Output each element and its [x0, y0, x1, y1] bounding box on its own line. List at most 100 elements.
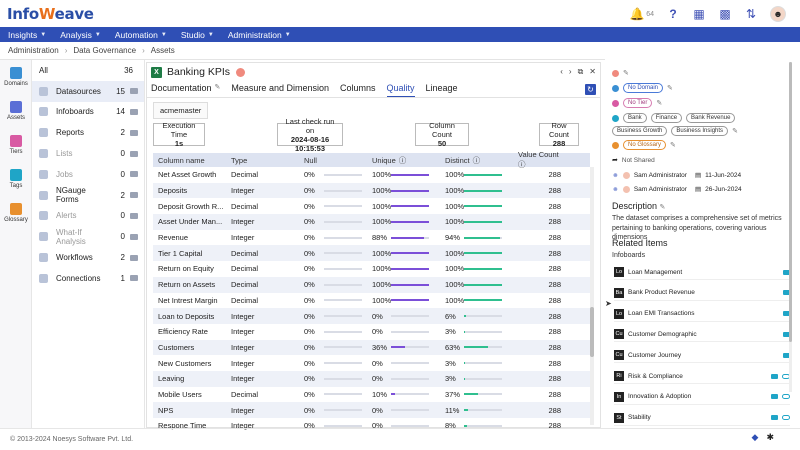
- tag-chip[interactable]: Bank: [623, 113, 647, 123]
- tab-lineage[interactable]: Lineage: [426, 83, 458, 98]
- folder-icon[interactable]: [130, 254, 138, 261]
- category-jobs[interactable]: Jobs 0: [32, 164, 144, 185]
- tag-chip[interactable]: Finance: [650, 113, 683, 123]
- folder-icon[interactable]: [130, 233, 138, 240]
- category-alerts[interactable]: Alerts 0: [32, 206, 144, 227]
- folder-icon[interactable]: [130, 192, 138, 199]
- rail-item-tiers[interactable]: Tiers: [0, 128, 32, 162]
- tag-chip[interactable]: Business Growth: [612, 126, 668, 136]
- panel-scrollbar[interactable]: [789, 62, 792, 392]
- table-row[interactable]: Loan to Deposits Integer 0% 0% 6% 288: [153, 308, 590, 324]
- table-row[interactable]: Mobile Users Decimal 0% 10% 37% 288: [153, 387, 590, 403]
- tag-icon[interactable]: [771, 373, 778, 379]
- tag-icon[interactable]: [771, 394, 778, 400]
- table-row[interactable]: New Customers Integer 0% 0% 3% 288: [153, 355, 590, 371]
- tools-icon[interactable]: ✱: [766, 432, 774, 443]
- header-unique[interactable]: Unique ⓘ: [372, 155, 445, 166]
- nav-item-insights[interactable]: Insights ▼: [8, 30, 46, 40]
- header-value-count[interactable]: Value Count ⓘ: [518, 150, 583, 170]
- pencil-icon[interactable]: ✎: [623, 69, 629, 77]
- rail-item-domains[interactable]: Domains: [0, 60, 32, 94]
- tag-chip[interactable]: Bank Revenue: [686, 113, 736, 123]
- pencil-icon[interactable]: ✎: [670, 141, 676, 149]
- header-distinct[interactable]: Distinct ⓘ: [445, 155, 518, 166]
- table-row[interactable]: NPS Integer 0% 0% 11% 288: [153, 402, 590, 418]
- table-row[interactable]: Return on Assets Decimal 0% 100% 100% 288: [153, 276, 590, 293]
- table-row[interactable]: Net Intrest Margin Decimal 0% 100% 100% 288: [153, 293, 590, 309]
- category-what-if-analysis[interactable]: What-If Analysis 0: [32, 226, 144, 247]
- tab-columns[interactable]: Columns: [340, 83, 376, 98]
- screen-icon[interactable]: ▩: [718, 7, 732, 21]
- header-null[interactable]: Null: [299, 156, 372, 165]
- table-row[interactable]: Revenue Integer 0% 88% 94% 288: [153, 230, 590, 246]
- link-icon[interactable]: [782, 394, 790, 400]
- rail-item-tags[interactable]: Tags: [0, 162, 32, 196]
- folder-icon[interactable]: [130, 108, 138, 115]
- table-row[interactable]: Customers Integer 0% 36% 63% 288: [153, 339, 590, 356]
- table-row[interactable]: Leaving Integer 0% 0% 3% 288: [153, 370, 590, 387]
- category-connections[interactable]: Connections 1: [32, 268, 144, 289]
- category-lists[interactable]: Lists 0: [32, 143, 144, 164]
- category-all[interactable]: All 36: [32, 60, 144, 81]
- related-item[interactable]: Ri Risk & Compliance: [614, 369, 790, 384]
- folder-icon[interactable]: [130, 88, 138, 95]
- rail-item-assets[interactable]: Assets: [0, 94, 32, 128]
- table-row[interactable]: Deposit Growth R... Decimal 0% 100% 100% 288: [153, 198, 590, 214]
- category-workflows[interactable]: Workflows 2: [32, 247, 144, 268]
- table-row[interactable]: Efficiency Rate Integer 0% 0% 3% 288: [153, 324, 590, 340]
- chevron-left-icon[interactable]: ‹: [560, 67, 563, 77]
- scroll-thumb[interactable]: [789, 62, 792, 342]
- link-icon[interactable]: [782, 415, 790, 421]
- collapse-icon[interactable]: ⇅: [744, 7, 758, 21]
- pencil-icon[interactable]: ✎: [660, 204, 666, 211]
- folder-icon[interactable]: [130, 129, 138, 136]
- grid-icon[interactable]: ▦: [692, 7, 706, 21]
- tab-documentation[interactable]: Documentation: [151, 83, 212, 98]
- pencil-icon[interactable]: ✎: [667, 84, 673, 92]
- header-type[interactable]: Type: [226, 156, 299, 165]
- bell-icon[interactable]: 🔔: [630, 7, 645, 21]
- table-row[interactable]: Return on Equity Decimal 0% 100% 100% 288: [153, 261, 590, 277]
- nav-item-administration[interactable]: Administration ▼: [228, 30, 291, 40]
- avatar[interactable]: ☻: [770, 6, 786, 22]
- tag-chip[interactable]: Business Insights: [671, 126, 729, 136]
- folder-icon[interactable]: [130, 212, 138, 219]
- table-scrollbar[interactable]: [590, 167, 594, 425]
- related-item[interactable]: In Innovation & Adoption: [614, 390, 790, 405]
- related-item[interactable]: Ba Bank Product Revenue: [614, 286, 790, 301]
- pencil-icon[interactable]: ✎: [215, 83, 221, 98]
- breadcrumb-administration[interactable]: Administration: [8, 46, 59, 55]
- related-item[interactable]: Lo Loan EMI Transactions: [614, 307, 790, 322]
- category-ngauge-forms[interactable]: NGauge Forms 2: [32, 185, 144, 206]
- rail-item-glossary[interactable]: Glossary: [0, 196, 32, 230]
- glossary-chip[interactable]: No Glossary: [623, 140, 667, 150]
- folder-icon[interactable]: [130, 171, 138, 178]
- header-column-name[interactable]: Column name: [153, 156, 226, 165]
- tier-chip[interactable]: No Tier: [623, 98, 653, 108]
- related-item[interactable]: Lo Loan Management: [614, 265, 790, 280]
- folder-icon[interactable]: [130, 275, 138, 282]
- pencil-icon[interactable]: ✎: [656, 99, 662, 107]
- tag-icon[interactable]: [771, 415, 778, 421]
- chevron-right-icon[interactable]: ›: [569, 67, 572, 77]
- category-infoboards[interactable]: Infoboards 14: [32, 102, 144, 123]
- pencil-icon[interactable]: ✎: [732, 127, 738, 135]
- refresh-button[interactable]: ↻: [585, 84, 596, 95]
- tab-measure-and-dimension[interactable]: Measure and Dimension: [231, 83, 329, 98]
- related-item[interactable]: Cu Customer Demographic: [614, 327, 790, 343]
- breadcrumb-data-governance[interactable]: Data Governance: [73, 46, 136, 55]
- category-datasources[interactable]: Datasources 15: [32, 80, 144, 102]
- table-row[interactable]: Tier 1 Capital Decimal 0% 100% 100% 288: [153, 245, 590, 262]
- nav-item-analysis[interactable]: Analysis ▼: [60, 30, 101, 40]
- help-icon[interactable]: ?: [666, 7, 680, 21]
- nav-item-studio[interactable]: Studio ▼: [181, 30, 214, 40]
- domain-chip[interactable]: No Domain: [623, 83, 664, 93]
- related-item[interactable]: St Stability: [614, 411, 790, 426]
- related-item[interactable]: Cu Customer Journey: [614, 348, 790, 364]
- close-icon[interactable]: ✕: [589, 67, 596, 77]
- table-row[interactable]: Asset Under Man... Integer 0% 100% 100% 288: [153, 214, 590, 230]
- brand-logo[interactable]: InfoWeave: [7, 5, 94, 23]
- nav-item-automation[interactable]: Automation ▼: [115, 30, 167, 40]
- expand-icon[interactable]: ⧉: [578, 67, 584, 77]
- table-row[interactable]: Deposits Integer 0% 100% 100% 288: [153, 182, 590, 199]
